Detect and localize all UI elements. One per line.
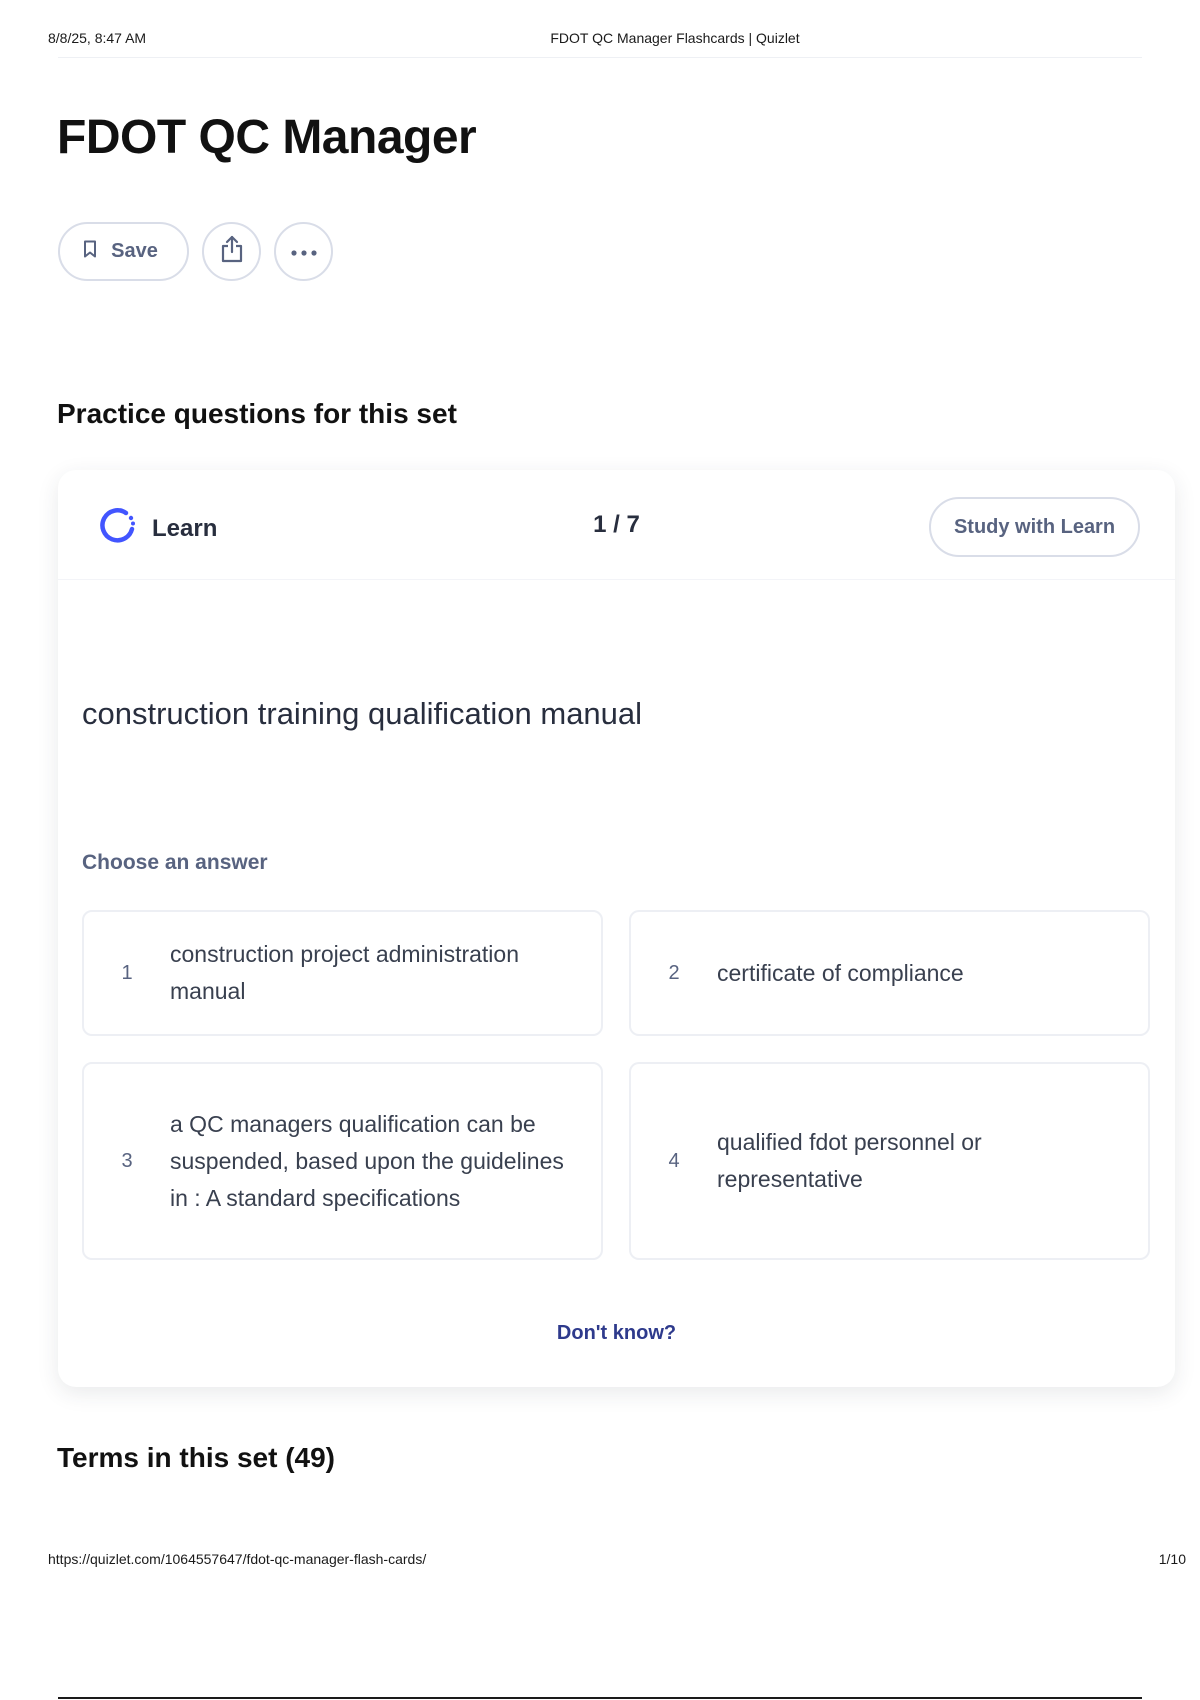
option-text: certificate of compliance: [717, 959, 964, 986]
bookmark-icon: [83, 240, 97, 264]
option-number: 2: [668, 961, 680, 984]
option-number: 4: [668, 1149, 680, 1172]
question-term: construction training qualification manu…: [82, 696, 643, 731]
terms-heading: Terms in this set (49): [57, 1442, 336, 1473]
save-button-label: Save: [111, 240, 158, 262]
option-text: construction project administration manu…: [170, 941, 519, 1004]
print-doc-title: FDOT QC Manager Flashcards | Quizlet: [550, 30, 800, 46]
bottom-divider: [58, 1697, 1142, 1699]
option-text: a QC managers qualification can be suspe…: [170, 1110, 564, 1211]
answer-option-3[interactable]: 3 a QC managers qualification can be sus…: [82, 1062, 603, 1260]
more-icon: [290, 240, 318, 263]
set-actions: Save: [58, 222, 333, 281]
print-page-number: 1/10: [1158, 1551, 1186, 1567]
answer-option-1[interactable]: 1 construction project administration ma…: [82, 910, 603, 1036]
header-divider: [58, 57, 1142, 58]
choose-answer-label: Choose an answer: [82, 851, 268, 874]
option-number: 1: [121, 961, 133, 984]
share-icon: [219, 235, 245, 269]
save-button[interactable]: Save: [58, 222, 189, 281]
option-text: qualified fdot personnel or representati…: [717, 1129, 982, 1192]
answer-option-4[interactable]: 4 qualified fdot personnel or representa…: [629, 1062, 1150, 1260]
learn-card-header: Learn 1 / 7 Study with Learn: [58, 470, 1175, 580]
print-header: 8/8/25, 8:47 AM FDOT QC Manager Flashcar…: [48, 30, 1152, 50]
practice-heading: Practice questions for this set: [57, 398, 457, 429]
print-url: https://quizlet.com/1064557647/fdot-qc-m…: [48, 1551, 427, 1567]
set-title: FDOT QC Manager: [57, 111, 477, 164]
share-button[interactable]: [202, 222, 261, 281]
answer-options: 1 construction project administration ma…: [82, 910, 1150, 1260]
more-options-button[interactable]: [274, 222, 333, 281]
dont-know-link[interactable]: Don't know?: [58, 1322, 1175, 1345]
print-footer: https://quizlet.com/1064557647/fdot-qc-m…: [48, 1551, 1186, 1571]
learn-card: Learn 1 / 7 Study with Learn constructio…: [58, 470, 1175, 1387]
page: 8/8/25, 8:47 AM FDOT QC Manager Flashcar…: [0, 0, 1200, 1700]
answer-option-2[interactable]: 2 certificate of compliance: [629, 910, 1150, 1036]
option-number: 3: [121, 1149, 133, 1172]
study-with-learn-button[interactable]: Study with Learn: [929, 497, 1140, 557]
